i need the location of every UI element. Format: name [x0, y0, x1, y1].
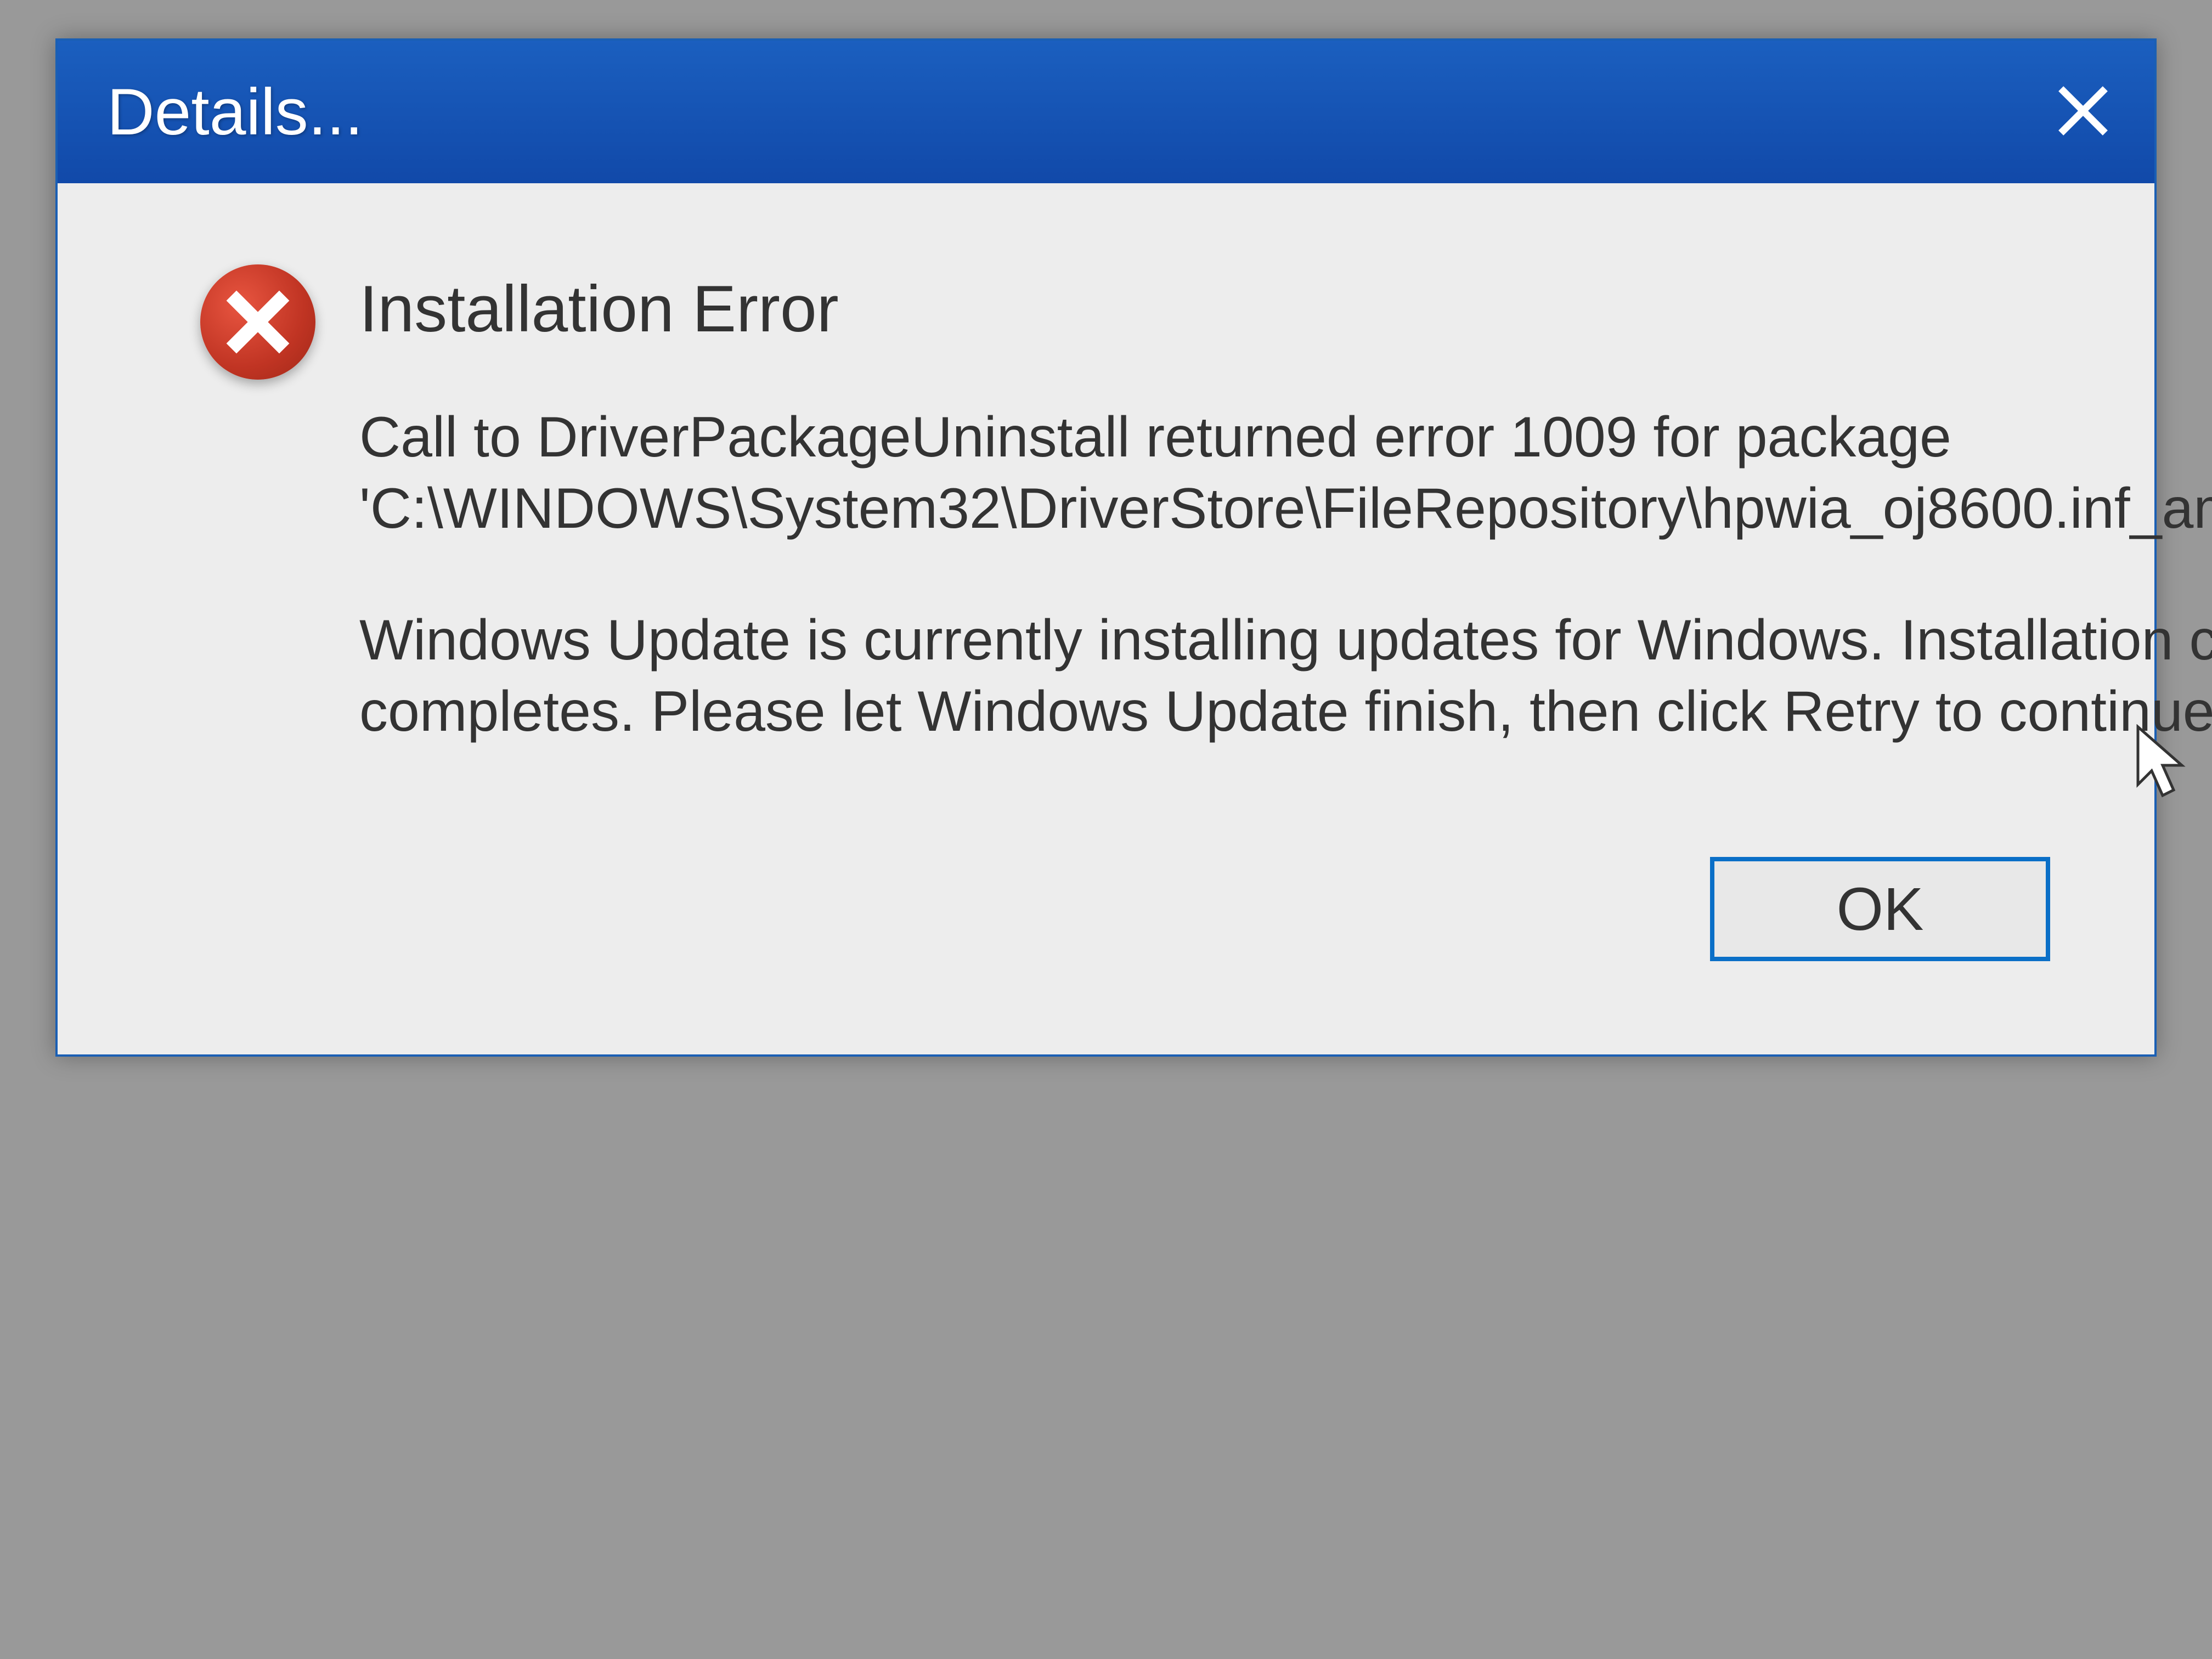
error-detail-text: Call to DriverPackageUninstall returned …	[359, 402, 2212, 544]
close-icon	[2053, 81, 2113, 144]
close-button[interactable]	[2050, 79, 2116, 145]
dialog-window: Details... Installation Error Call to Dr…	[55, 38, 2157, 1057]
dialog-content: Installation Error Call to DriverPackage…	[58, 183, 2154, 857]
ok-button[interactable]: OK	[1710, 857, 2050, 961]
icon-column	[200, 271, 359, 747]
ok-button-label: OK	[1837, 874, 1924, 944]
dialog-title: Details...	[107, 74, 363, 150]
error-icon	[200, 264, 315, 380]
text-column: Installation Error Call to DriverPackage…	[359, 271, 2212, 747]
error-heading: Installation Error	[359, 271, 2212, 347]
button-row: OK	[58, 857, 2154, 1054]
titlebar: Details...	[58, 41, 2154, 183]
error-instruction-text: Windows Update is currently installing u…	[359, 605, 2212, 747]
